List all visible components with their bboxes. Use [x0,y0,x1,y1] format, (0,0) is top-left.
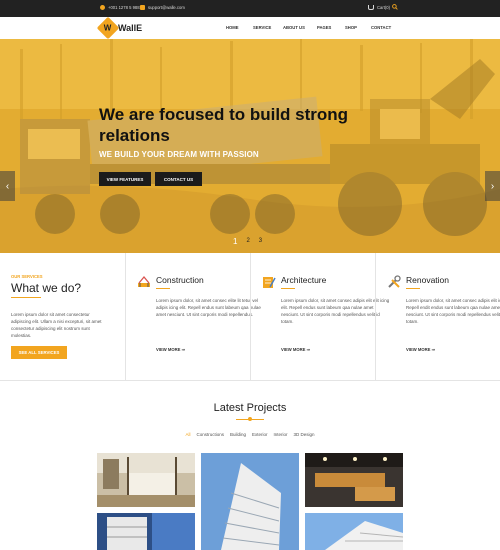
service-title: Architecture [281,275,327,285]
view-more-link[interactable]: VIEW MORE ⇒ [281,347,310,352]
project-thumbnail-building[interactable] [305,513,403,550]
project-thumbnail-facade[interactable] [97,513,195,550]
service-title: Renovation [406,275,450,285]
cart-label: Cart(0) [377,5,391,10]
phone-contact[interactable]: +001 1278 5 9881 [100,5,142,10]
view-more-link[interactable]: VIEW MORE ⇒ [156,347,185,352]
slide-dot-2[interactable]: 2 [246,238,249,246]
menu-item-about[interactable]: ABOUT US [283,25,317,30]
phone-icon [100,5,105,10]
menu: HOME SERVICE ABOUT US PAGES SHOP CONTACT [226,25,391,30]
email-address: support@walle.com [148,5,185,10]
filter-building[interactable]: Building [230,432,246,437]
services-intro-text: Lorem ipsum dolor sit amet consectetur a… [11,312,102,338]
renovation-icon [388,275,401,288]
service-card-architecture: Architecture Lorem ipsum dolor, sit amet… [250,253,389,381]
filter-interior[interactable]: Interior [274,432,288,437]
service-underline [156,288,170,289]
slide-indicators: 1 2 3 [233,237,262,246]
contact-us-button[interactable]: CONTACT US [155,172,202,186]
search-icon[interactable] [392,4,398,10]
see-all-services-button[interactable]: SEE ALL SERVICES [11,346,67,359]
logo[interactable]: W WallE [96,16,143,40]
services-section: OUR SERVICES What we do? Lorem ipsum dol… [0,253,500,381]
hero-subtitle: WE BUILD YOUR DREAM WITH PASSION [99,150,259,159]
cart-link[interactable]: Cart(0) [368,5,390,10]
envelope-icon [140,5,145,10]
phone-number: +001 1278 5 9881 [108,5,142,10]
menu-item-home[interactable]: HOME [226,25,253,30]
filter-exterior[interactable]: Exterior [252,432,268,437]
projects-underline-dot [248,417,252,421]
menu-item-service[interactable]: SERVICE [253,25,283,30]
filter-all[interactable]: All [185,432,190,437]
construction-icon [138,275,150,287]
main-nav: W WallE HOME SERVICE ABOUT US PAGES SHOP… [0,16,500,40]
view-features-button[interactable]: VIEW FEATURES [99,172,151,186]
menu-item-shop[interactable]: SHOP [345,25,371,30]
email-contact[interactable]: support@walle.com [140,5,185,10]
next-slide-arrow[interactable]: › [485,171,500,201]
slide-dot-3[interactable]: 3 [259,238,262,246]
service-underline [406,288,420,289]
cart-icon [368,5,374,10]
projects-title: Latest Projects [213,402,287,414]
logo-mark: W [96,16,120,40]
services-kicker: OUR SERVICES [11,274,43,279]
filter-3d-design[interactable]: 3D Design [294,432,315,437]
prev-slide-arrow[interactable]: ‹ [0,171,15,201]
project-thumbnail-tower[interactable] [201,453,299,550]
page: +001 1278 5 9881 support@walle.com Cart(… [0,0,500,550]
service-card-renovation: Renovation Lorem ipsum dolor, sit amet c… [375,253,500,381]
service-text: Lorem ipsum dolor, sit amet consec adipi… [406,298,500,324]
service-card-construction: Construction Lorem ipsum dolor, sit amet… [125,253,261,381]
service-title: Construction [156,275,204,285]
services-intro: OUR SERVICES What we do? Lorem ipsum dol… [0,253,125,381]
project-thumbnail-bedroom[interactable] [97,453,195,507]
service-underline [281,288,295,289]
architecture-icon [263,277,276,288]
hero-title: We are focused to build strong relations [99,105,349,145]
project-filters: All Constructions Building Exterior Inte… [0,432,500,437]
top-bar: +001 1278 5 9881 support@walle.com Cart(… [0,0,500,17]
title-underline [11,297,41,298]
view-more-link[interactable]: VIEW MORE ⇒ [406,347,435,352]
hero-image [0,39,500,253]
menu-item-pages[interactable]: PAGES [317,25,345,30]
menu-item-contact[interactable]: CONTACT [371,25,391,30]
hero-slider: ‹ › [0,39,500,253]
project-thumbnail-office[interactable] [305,453,403,507]
slide-dot-1[interactable]: 1 [233,237,237,246]
services-title: What we do? [11,281,82,295]
logo-name: WallE [118,23,143,33]
filter-constructions[interactable]: Constructions [196,432,224,437]
